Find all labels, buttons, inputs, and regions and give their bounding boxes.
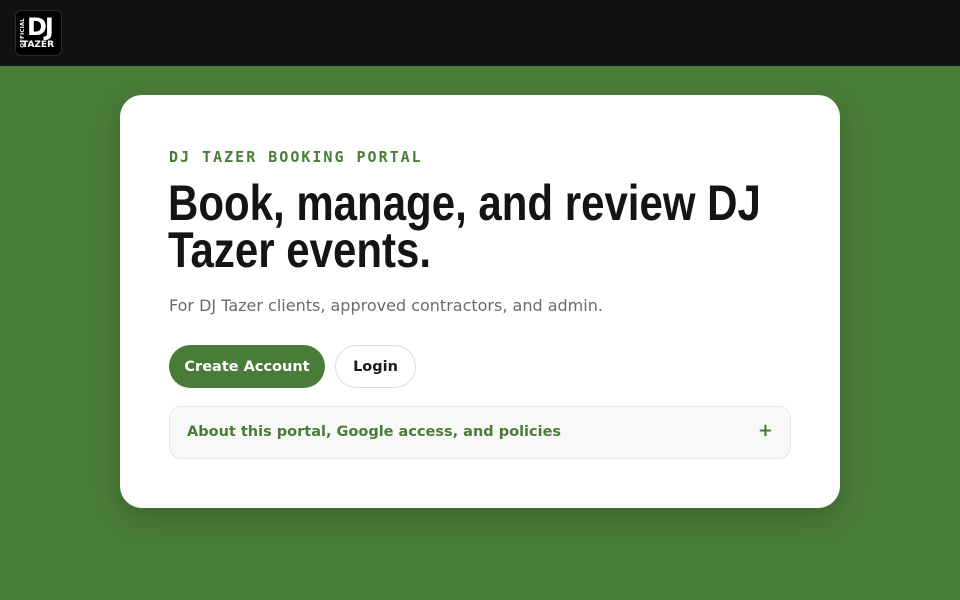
disclosure-label: About this portal, Google access, and po… bbox=[187, 424, 562, 440]
top-bar: OFFICIAL DJ TAZER bbox=[0, 0, 960, 66]
login-button[interactable]: Login bbox=[335, 345, 416, 388]
about-portal-disclosure[interactable]: About this portal, Google access, and po… bbox=[169, 406, 791, 459]
dj-tazer-logo[interactable]: OFFICIAL DJ TAZER bbox=[15, 10, 62, 56]
page-subtitle: For DJ Tazer clients, approved contracto… bbox=[169, 296, 603, 315]
plus-icon: + bbox=[757, 420, 773, 441]
logo-dj-text: DJ bbox=[27, 13, 54, 41]
portal-eyebrow: DJ TAZER BOOKING PORTAL bbox=[169, 148, 423, 166]
create-account-button[interactable]: Create Account bbox=[169, 345, 325, 388]
logo-tazer-text: TAZER bbox=[22, 40, 55, 50]
page-title: Book, manage, and review DJ Tazer events… bbox=[168, 175, 761, 278]
portal-card: DJ TAZER BOOKING PORTAL Book, manage, an… bbox=[120, 95, 840, 508]
